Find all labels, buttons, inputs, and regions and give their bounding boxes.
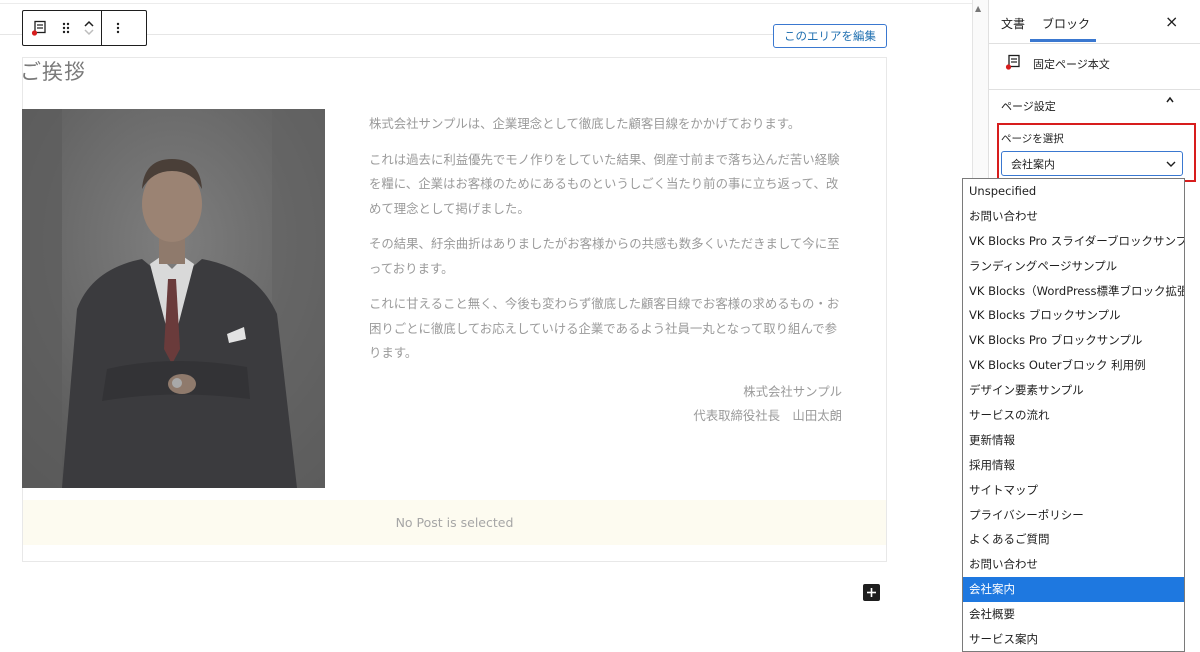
paragraph-2[interactable]: これは過去に利益優先でモノ作りをしていた結果、倒産寸前まで落ち込んだ苦い経験を糧… [369,148,844,222]
dropdown-option[interactable]: VK Blocks（WordPress標準ブロック拡張） [963,279,1184,304]
page-divider [0,3,972,4]
block-card-title: 固定ページ本文 [1033,58,1110,71]
signature-company[interactable]: 株式会社サンプル [693,380,842,404]
edit-area-button[interactable]: このエリアを編集 [773,24,887,48]
dropdown-option[interactable]: Unspecified [963,179,1184,204]
dropdown-option[interactable]: サイトマップ [963,478,1184,503]
tab-document[interactable]: 文書 [1001,15,1025,32]
page-heading[interactable]: ご挨拶 [20,56,86,86]
plus-icon[interactable] [863,584,880,601]
dropdown-option-selected[interactable]: 会社案内 [963,577,1184,603]
page-select-dropdown: Unspecified お問い合わせ VK Blocks Pro スライダーブロ… [962,178,1185,652]
page-content-block-icon [1005,54,1021,74]
page-settings-panel-toggle[interactable]: ページ設定 [989,92,1200,120]
drag-handle-icon[interactable] [55,11,77,45]
page-content-block-icon[interactable] [23,11,55,45]
editor-canvas: このエリアを編集 ご挨拶 株式会社サンプルは、企業理念として徹底した顧客目線をか… [0,0,972,652]
chevron-down-icon[interactable] [83,28,95,36]
scroll-up-arrow-icon[interactable]: ▲ [975,4,981,13]
paragraph-1[interactable]: 株式会社サンプルは、企業理念として徹底した顧客目線をかかげております。 [369,112,844,137]
tab-block[interactable]: ブロック [1042,15,1090,32]
paragraph-3[interactable]: その結果、紆余曲折はありましたがお客様からの共感も数多くいただきまして今に至って… [369,232,844,281]
dropdown-option[interactable]: デザイン要素サンプル [963,378,1184,403]
chevron-up-icon [1165,95,1175,108]
page-select-label: ページを選択 [1001,133,1064,145]
paragraph-4[interactable]: これに甘えること無く、今後も変わらず徹底した顧客目線でお客様の求めるもの・お困り… [369,292,844,366]
dropdown-option[interactable]: VK Blocks Pro スライダーブロックサンプル [963,229,1184,254]
dropdown-option[interactable]: サービスの流れ [963,403,1184,428]
greeting-body: 株式会社サンプルは、企業理念として徹底した顧客目線をかかげております。 これは過… [369,112,844,377]
chevron-down-icon [1165,154,1177,173]
block-card: 固定ページ本文 [989,44,1200,90]
dropdown-option[interactable]: サービス案内 [963,627,1184,651]
no-post-placeholder: No Post is selected [23,500,886,545]
close-icon[interactable]: × [1165,12,1178,31]
dropdown-option[interactable]: プライバシーポリシー [963,503,1184,528]
dropdown-option[interactable]: お問い合わせ [963,204,1184,229]
dropdown-option[interactable]: 採用情報 [963,453,1184,478]
dropdown-option[interactable]: よくあるご質問 [963,527,1184,552]
page-select-value: 会社案内 [1011,158,1055,171]
dropdown-option[interactable]: 更新情報 [963,428,1184,453]
page-select[interactable]: 会社案内 [1001,151,1183,176]
signature-name[interactable]: 代表取締役社長 山田太朗 [693,404,842,428]
dropdown-option[interactable]: ランディングページサンプル [963,254,1184,279]
block-toolbar [22,10,147,46]
active-tab-indicator [1030,39,1096,42]
dropdown-option[interactable]: VK Blocks ブロックサンプル [963,303,1184,328]
dropdown-option[interactable]: VK Blocks Pro ブロックサンプル [963,328,1184,353]
dropdown-option[interactable]: お問い合わせ [963,552,1184,577]
panel-title: ページ設定 [1001,100,1056,113]
dropdown-option[interactable]: 会社概要 [963,602,1184,627]
move-buttons [77,11,101,45]
more-vertical-icon[interactable] [102,11,134,45]
sidebar-tabs: 文書 ブロック × [989,0,1200,44]
dropdown-option[interactable]: VK Blocks Outerブロック 利用例 [963,353,1184,378]
signature: 株式会社サンプル 代表取締役社長 山田太朗 [693,380,842,428]
chevron-up-icon[interactable] [83,20,95,28]
ceo-photo [22,109,325,488]
